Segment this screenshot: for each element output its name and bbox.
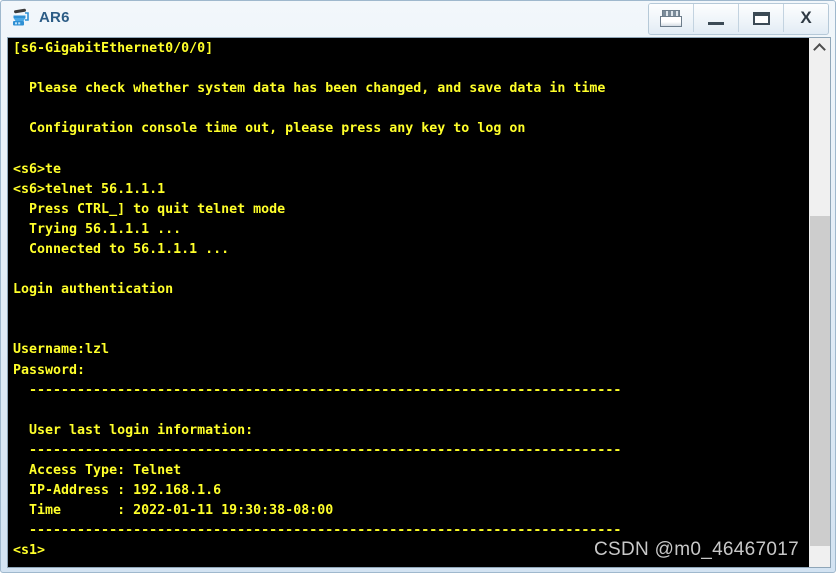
title-bar[interactable]: AR6 X	[1, 1, 836, 37]
close-icon: X	[800, 8, 812, 27]
title-bar-left: AR6	[10, 7, 70, 29]
scroll-up-button[interactable]	[809, 38, 830, 56]
terminal-window: AR6 X [s6-GigabitEthernet0/0/0] Please c…	[0, 0, 836, 573]
terminal-panel: [s6-GigabitEthernet0/0/0] Please check w…	[7, 37, 831, 568]
terminal-scrollbar[interactable]	[808, 38, 830, 567]
window-controls: X	[648, 3, 829, 35]
terminal-output-area[interactable]: [s6-GigabitEthernet0/0/0] Please check w…	[8, 38, 808, 567]
router-icon	[10, 7, 32, 29]
terminal-console-text: [s6-GigabitEthernet0/0/0] Please check w…	[13, 41, 622, 559]
minimize-icon	[708, 22, 724, 25]
maximize-icon	[753, 12, 770, 25]
close-button[interactable]: X	[784, 4, 828, 32]
window-title: AR6	[39, 9, 70, 26]
scrollbar-thumb[interactable]	[810, 216, 830, 546]
minimize-button[interactable]	[694, 4, 739, 32]
watermark-text: CSDN @m0_46467017	[594, 539, 799, 560]
restore-icon-bottom	[660, 16, 682, 27]
maximize-button[interactable]	[739, 4, 784, 32]
restore-button[interactable]	[649, 4, 694, 32]
